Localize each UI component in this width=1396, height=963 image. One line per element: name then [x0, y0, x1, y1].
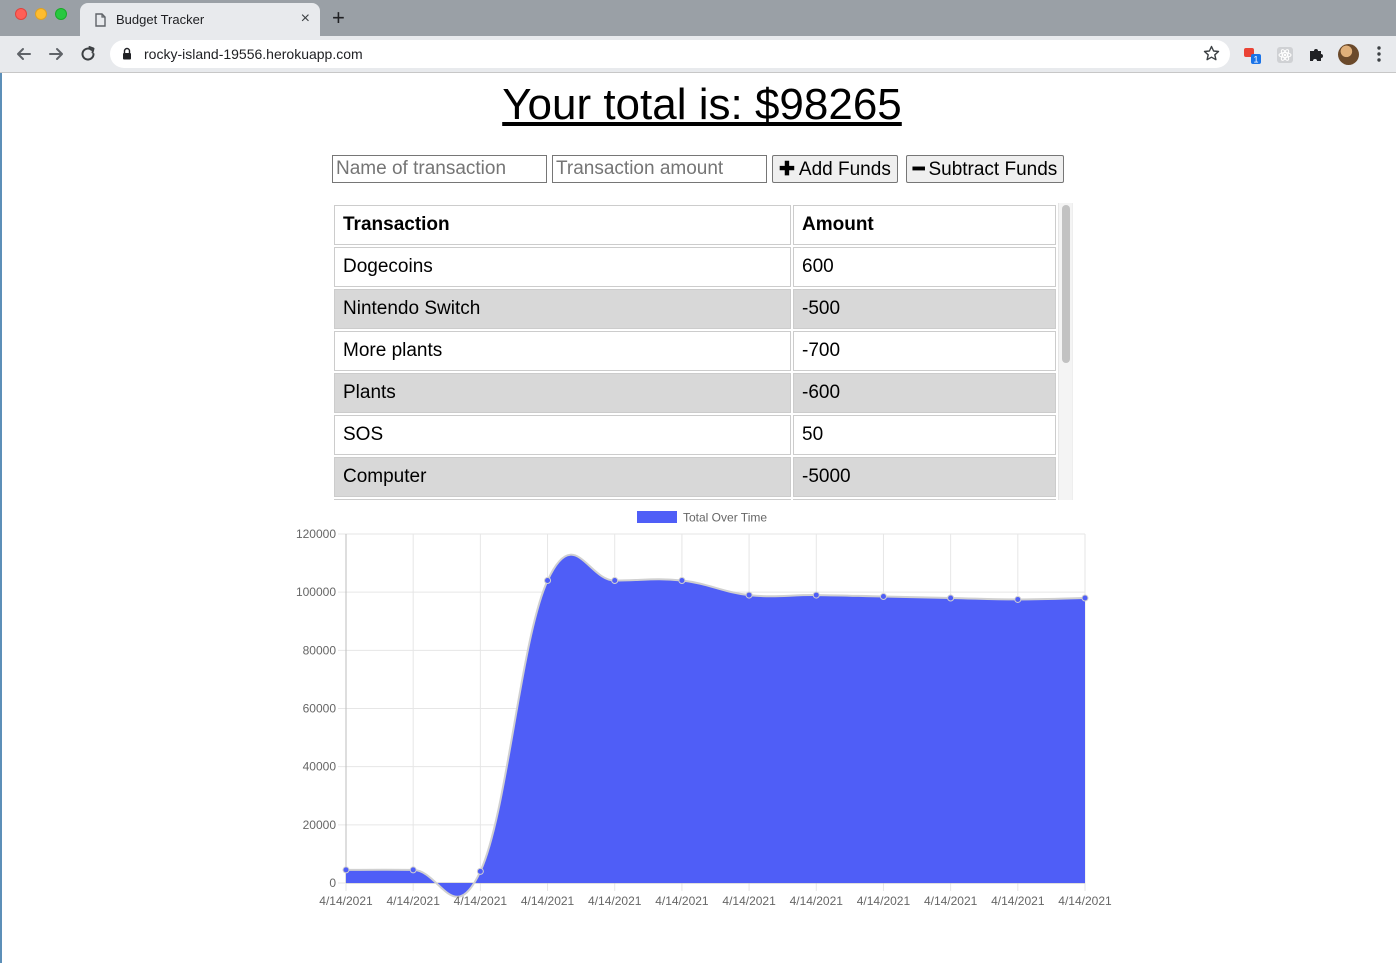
subtract-funds-button[interactable]: ━ Subtract Funds: [906, 155, 1065, 183]
add-funds-label: Add Funds: [798, 158, 891, 180]
x-tick-label: 4/14/2021: [722, 894, 776, 908]
transaction-amount-cell: -5000: [793, 457, 1056, 497]
data-point: [678, 577, 686, 585]
x-tick-label: 4/14/2021: [319, 894, 373, 908]
react-devtools-icon[interactable]: [1275, 45, 1295, 65]
y-tick-label: 80000: [303, 643, 337, 657]
bookmark-star-icon[interactable]: [1203, 45, 1220, 62]
legend-swatch: [637, 511, 677, 523]
total-heading: Your total is: $98265: [502, 80, 902, 129]
transaction-amount-input[interactable]: [552, 155, 767, 183]
page-favicon-icon: [95, 13, 106, 27]
browser-toolbar: rocky-island-19556.herokuapp.com 1: [0, 36, 1396, 73]
transaction-name-cell: Computer: [334, 457, 791, 497]
transaction-name-cell: Dogecoins: [334, 247, 791, 287]
profile-avatar[interactable]: [1338, 44, 1359, 65]
transactions-table-container[interactable]: Transaction Amount Dogecoins 600 Nintend…: [332, 203, 1073, 500]
extension-badge-icon[interactable]: 1: [1242, 45, 1262, 65]
x-tick-label: 4/14/2021: [588, 894, 642, 908]
table-row: Computer -5000: [334, 457, 1056, 497]
total-over-time-chart: 0 20000 40000 60000 80000 100000 120000 4/14/2…: [296, 511, 1112, 909]
table-row: Dogecoins 600: [334, 247, 1056, 287]
table-scrollbar[interactable]: [1058, 203, 1072, 500]
x-tick-label: 4/14/2021: [857, 894, 911, 908]
data-point: [812, 591, 820, 599]
data-point: [879, 593, 887, 601]
address-bar[interactable]: rocky-island-19556.herokuapp.com: [110, 40, 1230, 68]
legend-label: Total Over Time: [683, 511, 767, 525]
table-row: More plants -700: [334, 331, 1056, 371]
y-tick-label: 0: [329, 876, 336, 890]
browser-menu-icon[interactable]: [1374, 44, 1384, 64]
x-tick-label: 4/14/2021: [924, 894, 978, 908]
forward-arrow-icon[interactable]: [45, 43, 67, 65]
transaction-amount-cell: 50: [793, 415, 1056, 455]
transaction-name-cell: Plants: [334, 373, 791, 413]
tab-title: Budget Tracker: [116, 12, 205, 27]
transactions-table: Transaction Amount Dogecoins 600 Nintend…: [332, 203, 1058, 500]
data-point: [1014, 595, 1022, 603]
data-point: [409, 866, 417, 874]
browser-tab-bar: Budget Tracker × +: [0, 0, 1396, 36]
y-tick-label: 100000: [296, 585, 336, 599]
y-tick-label: 40000: [303, 760, 337, 774]
data-point: [745, 591, 753, 599]
x-tick-label: 4/14/2021: [790, 894, 844, 908]
data-point: [476, 867, 484, 875]
subtract-funds-label: Subtract Funds: [928, 158, 1058, 180]
transaction-name-input[interactable]: [332, 155, 547, 183]
header-amount: Amount: [793, 205, 1056, 245]
table-row: Nintendo Switch -500: [334, 289, 1056, 329]
table-row: SOS 50: [334, 415, 1056, 455]
chart-legend[interactable]: Total Over Time: [637, 511, 767, 525]
transaction-name-cell: More plants: [334, 331, 791, 371]
extensions-puzzle-icon[interactable]: [1306, 45, 1326, 65]
x-axis-ticks: 4/14/2021 4/14/2021 4/14/2021 4/14/2021 4/14…: [319, 894, 1112, 908]
lock-icon: [123, 47, 131, 60]
x-tick-label: 4/14/2021: [655, 894, 709, 908]
header-transaction: Transaction: [334, 205, 791, 245]
reload-icon[interactable]: [77, 43, 99, 65]
transaction-amount-cell: -600: [793, 373, 1056, 413]
table-row: Plants -600: [334, 373, 1056, 413]
series-area: [346, 554, 1085, 897]
tab-close-icon[interactable]: ×: [301, 9, 310, 29]
y-tick-label: 20000: [303, 818, 337, 832]
y-axis-ticks: 0 20000 40000 60000 80000 100000 120000: [296, 527, 336, 890]
data-point: [544, 577, 552, 585]
add-funds-button[interactable]: ✚ Add Funds: [772, 155, 898, 183]
new-tab-button[interactable]: +: [332, 6, 345, 30]
extension-badge-count: 1: [1253, 55, 1258, 65]
url-text: rocky-island-19556.herokuapp.com: [144, 46, 363, 62]
transaction-amount-cell: -500: [793, 289, 1056, 329]
browser-tab[interactable]: Budget Tracker ×: [80, 3, 320, 36]
back-arrow-icon[interactable]: [13, 43, 35, 65]
y-tick-label: 60000: [303, 702, 337, 716]
transaction-amount-cell: 600: [793, 247, 1056, 287]
table-scrollbar-thumb[interactable]: [1062, 205, 1070, 363]
transaction-name-cell: Nintendo Switch: [334, 289, 791, 329]
window-maximize-button[interactable]: [55, 8, 67, 20]
x-tick-label: 4/14/2021: [521, 894, 575, 908]
transaction-name-cell: SOS: [334, 415, 791, 455]
x-tick-label: 4/14/2021: [386, 894, 440, 908]
data-point: [611, 577, 619, 585]
data-point: [947, 594, 955, 602]
data-point: [342, 866, 350, 874]
x-tick-label: 4/14/2021: [454, 894, 508, 908]
minus-icon: ━: [913, 158, 925, 180]
window-close-button[interactable]: [15, 8, 27, 20]
y-tick-label: 120000: [296, 527, 336, 541]
x-tick-label: 4/14/2021: [991, 894, 1045, 908]
x-tick-label: 4/14/2021: [1058, 894, 1112, 908]
data-point: [1081, 594, 1089, 602]
window-minimize-button[interactable]: [35, 8, 47, 20]
transaction-amount-cell: -700: [793, 331, 1056, 371]
table-header-row: Transaction Amount: [334, 205, 1056, 245]
plus-icon: ✚: [779, 158, 795, 180]
